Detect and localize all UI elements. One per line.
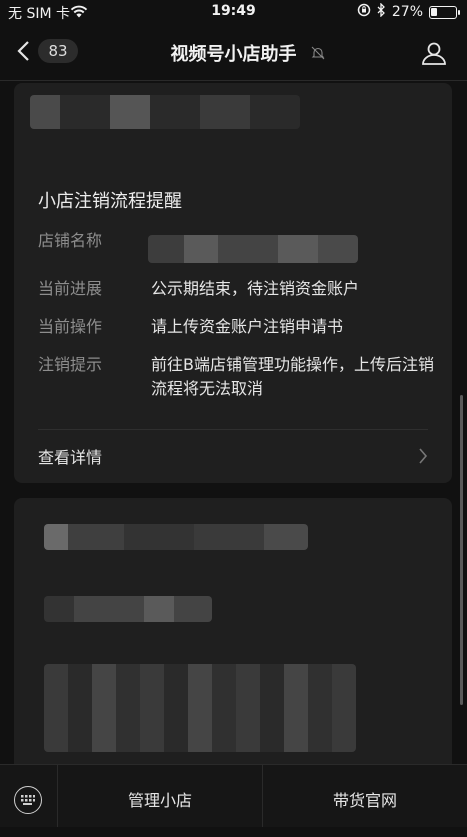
menu-manage-shop[interactable]: 管理小店 [58,765,262,827]
progress-label: 当前进展 [38,279,103,298]
mute-bell-icon [311,45,325,64]
operation-label: 当前操作 [38,317,103,336]
notice-card[interactable]: 小店注销流程提醒 店铺名称 当前进展 公示期结束，待注销资金账户 当前操作 请上… [14,83,452,483]
redacted-block [44,664,356,752]
divider [38,429,428,430]
status-bar: 无 SIM 卡 19:49 27% [0,0,467,24]
notice-title: 小店注销流程提醒 [38,191,182,212]
menu-official-site[interactable]: 带货官网 [263,765,467,827]
redacted-card[interactable] [14,498,452,778]
keyboard-icon[interactable] [14,786,42,814]
shop-name-label: 店铺名称 [38,231,103,250]
chevron-right-icon[interactable] [418,447,428,469]
view-details-link[interactable]: 查看详情 [38,444,102,468]
redacted-block [44,524,308,550]
battery-icon [429,5,460,19]
rotation-lock-icon [357,3,371,21]
page-title: 视频号小店助手 [170,44,297,65]
tip-label: 注销提示 [38,355,103,374]
tip-value: 前往B端店铺管理功能操作，上传后注销流程将无法取消 [151,355,434,398]
progress-value: 公示期结束，待注销资金账户 [151,279,360,298]
operation-value: 请上传资金账户注销申请书 [151,317,344,336]
redacted-block [44,596,212,622]
bluetooth-icon [377,2,386,21]
bottom-menu: 管理小店 带货官网 [0,764,467,827]
nav-bar: 83 视频号小店助手 [0,24,467,81]
battery-percent: 27% [391,4,423,20]
redacted-shop-name [148,235,358,263]
redacted-header [30,95,300,129]
user-icon[interactable] [421,40,447,70]
scrollbar[interactable] [460,395,463,705]
